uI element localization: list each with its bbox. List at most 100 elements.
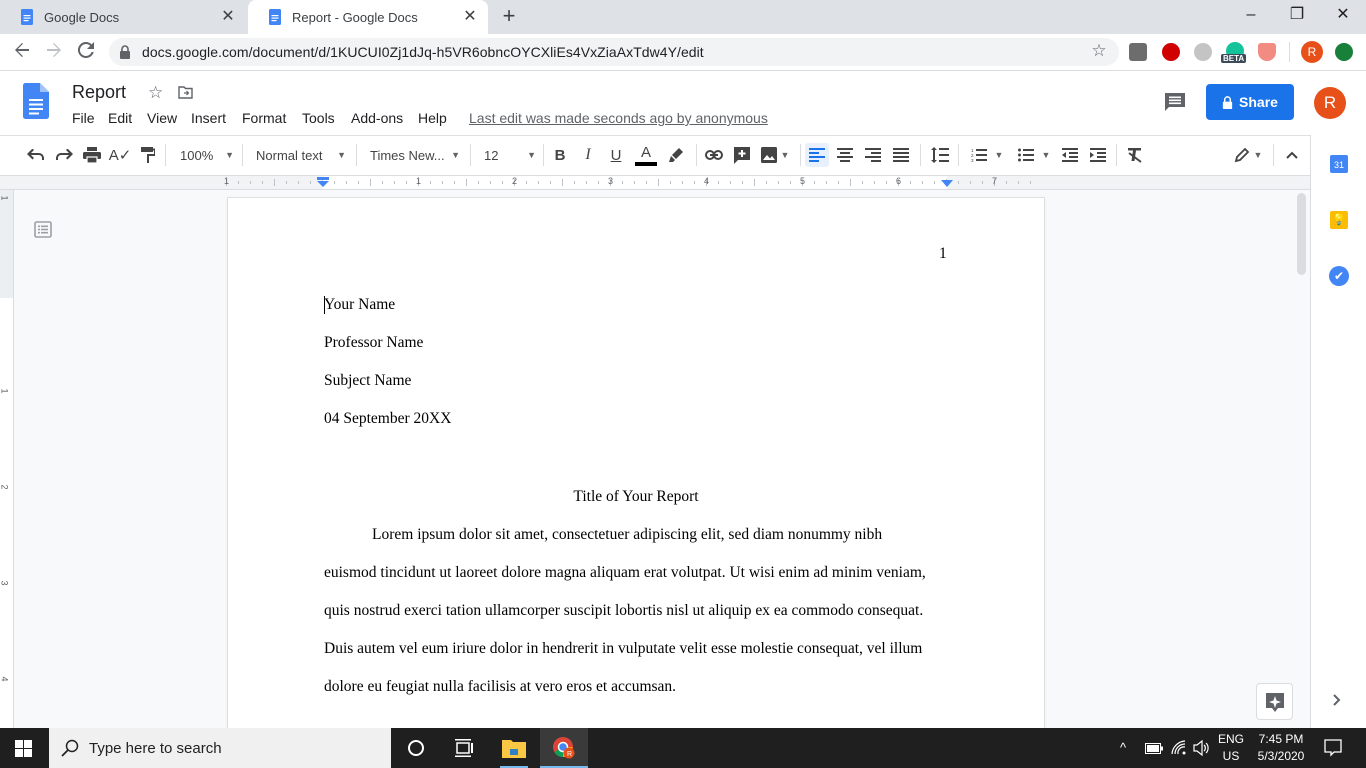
text-color-button[interactable]: A [634, 143, 658, 167]
paint-format-button[interactable] [136, 143, 160, 167]
restore-button[interactable]: ❐ [1274, 0, 1320, 30]
show-hidden-icons-button[interactable]: ^ [1120, 740, 1126, 755]
share-button[interactable]: Share [1206, 84, 1294, 120]
profile-avatar[interactable]: R [1301, 41, 1323, 63]
insert-image-button[interactable]: ▼ [758, 143, 792, 167]
right-indent-marker-icon[interactable] [940, 180, 954, 188]
browser-tab-report[interactable]: Report - Google Docs ✕ [248, 0, 488, 34]
vertical-scrollbar-thumb[interactable] [1297, 193, 1306, 275]
body-line[interactable]: quis nostrud exerci tation ullamcorper s… [324, 602, 923, 620]
font-family-select[interactable]: Times New... ▼ [370, 143, 460, 167]
editing-mode-button[interactable]: ▼ [1230, 143, 1266, 167]
new-tab-button[interactable]: + [497, 5, 521, 29]
line-spacing-button[interactable] [928, 143, 952, 167]
ruler-tick [586, 181, 587, 184]
highlight-color-button[interactable] [664, 143, 688, 167]
font-size-select[interactable]: 12 ▼ [484, 143, 536, 167]
reload-button[interactable] [72, 38, 100, 66]
taskbar-search-box[interactable]: Type here to search [49, 728, 391, 768]
align-right-button[interactable] [861, 143, 885, 167]
menu-help[interactable]: Help [418, 110, 447, 126]
underline-button[interactable]: U [604, 143, 628, 167]
ghostery-icon[interactable] [1194, 43, 1212, 61]
increase-indent-button[interactable] [1086, 143, 1110, 167]
back-button[interactable] [8, 38, 36, 66]
tab-close-icon[interactable]: ✕ [216, 5, 240, 29]
justify-button[interactable] [889, 143, 913, 167]
menu-file[interactable]: File [72, 110, 95, 126]
header-line-professor-name[interactable]: Professor Name [324, 334, 423, 352]
header-line-your-name[interactable]: Your Name [324, 296, 395, 314]
adblock-icon[interactable] [1162, 43, 1180, 61]
ruler-tick [718, 181, 719, 184]
decrease-indent-button[interactable] [1058, 143, 1082, 167]
language-indicator[interactable]: ENG US [1216, 728, 1246, 768]
document-title[interactable]: Report [72, 82, 126, 103]
ruler-tick [382, 181, 383, 184]
browser-tab-google-docs[interactable]: Google Docs ✕ [0, 0, 246, 34]
undo-button[interactable] [24, 143, 48, 167]
add-comment-button[interactable] [730, 143, 754, 167]
privacy-badger-icon[interactable] [1258, 43, 1276, 61]
task-view-button[interactable] [440, 728, 488, 768]
menu-tools[interactable]: Tools [302, 110, 335, 126]
expand-side-panel-icon[interactable] [1333, 694, 1341, 706]
hide-menus-button[interactable] [1280, 143, 1304, 167]
insert-link-button[interactable] [702, 143, 726, 167]
explore-button[interactable] [1256, 683, 1293, 720]
left-indent-marker-icon[interactable] [316, 177, 330, 187]
minimize-button[interactable]: – [1228, 0, 1274, 30]
last-edit-link[interactable]: Last edit was made seconds ago by anonym… [469, 110, 768, 126]
paragraph-style-select[interactable]: Normal text ▼ [256, 143, 346, 167]
document-outline-icon[interactable] [34, 221, 52, 238]
tab-close-icon[interactable]: ✕ [458, 5, 482, 29]
print-button[interactable] [80, 143, 104, 167]
body-line[interactable]: euismod tincidunt ut laoreet dolore magn… [324, 564, 926, 582]
url-text[interactable]: docs.google.com/document/d/1KUCUI0Zj1dJq… [142, 44, 704, 60]
calendar-icon[interactable]: 31 [1330, 155, 1348, 173]
volume-icon[interactable] [1193, 740, 1211, 756]
header-line-subject-name[interactable]: Subject Name [324, 372, 411, 390]
italic-button[interactable]: I [576, 143, 600, 167]
body-line[interactable]: Lorem ipsum dolor sit amet, consectetuer… [372, 526, 882, 544]
header-line-date[interactable]: 04 September 20XX [324, 410, 451, 428]
menu-format[interactable]: Format [242, 110, 286, 126]
menu-add-ons[interactable]: Add-ons [351, 110, 403, 126]
close-window-button[interactable]: ✕ [1320, 0, 1366, 30]
move-to-folder-icon[interactable] [178, 86, 193, 99]
spell-check-button[interactable]: A✓ [108, 143, 132, 167]
account-avatar[interactable]: R [1314, 87, 1346, 119]
menu-edit[interactable]: Edit [108, 110, 132, 126]
tasks-icon[interactable]: ✔ [1329, 266, 1349, 286]
action-center-icon[interactable] [1324, 739, 1342, 757]
body-line[interactable]: dolore eu feugiat nulla facilisis at ver… [324, 678, 676, 696]
google-docs-logo-icon[interactable] [23, 83, 49, 119]
comments-icon[interactable] [1165, 93, 1185, 112]
clear-formatting-button[interactable] [1123, 143, 1147, 167]
battery-icon[interactable] [1145, 743, 1163, 754]
keep-icon[interactable]: 💡 [1330, 211, 1348, 229]
star-document-icon[interactable]: ☆ [148, 83, 163, 103]
numbered-list-button[interactable]: 123 ▼ [967, 143, 1007, 167]
align-center-button[interactable] [833, 143, 857, 167]
update-extension-icon[interactable] [1335, 43, 1353, 61]
body-line[interactable]: Duis autem vel eum iriure dolor in hendr… [324, 640, 922, 658]
start-button[interactable] [0, 728, 48, 768]
forward-button[interactable] [40, 38, 68, 66]
menu-view[interactable]: View [147, 110, 177, 126]
bulleted-list-button[interactable]: ▼ [1014, 143, 1054, 167]
report-title[interactable]: Title of Your Report [324, 488, 948, 506]
wifi-icon[interactable] [1171, 740, 1187, 756]
redo-button[interactable] [52, 143, 76, 167]
dropdown-caret-icon: ▼ [1041, 150, 1051, 160]
align-left-button[interactable] [805, 143, 829, 167]
gimp-extension-icon[interactable] [1129, 43, 1147, 61]
menu-insert[interactable]: Insert [191, 110, 226, 126]
file-explorer-button[interactable] [490, 728, 538, 768]
clock[interactable]: 7:45 PM 5/3/2020 [1252, 728, 1310, 768]
bookmark-star-icon[interactable]: ☆ [1088, 41, 1110, 61]
cortana-button[interactable] [392, 728, 440, 768]
zoom-select[interactable]: 100% ▼ [180, 143, 234, 167]
chrome-taskbar-button[interactable]: R [540, 728, 588, 768]
bold-button[interactable]: B [548, 143, 572, 167]
